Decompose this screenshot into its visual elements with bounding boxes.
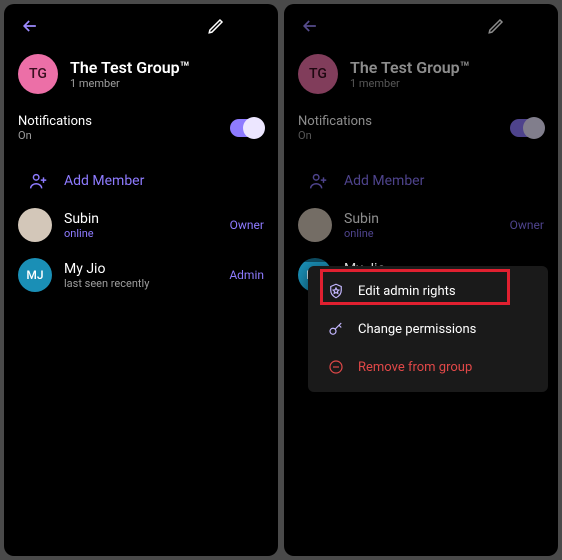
- member-avatar-0: [298, 208, 332, 242]
- member-status-1: last seen recently: [64, 277, 223, 290]
- add-member-icon: [18, 170, 58, 192]
- member-name-1: My Jio: [64, 261, 223, 277]
- member-status-0: online: [64, 227, 224, 240]
- member-role-1: Admin: [229, 268, 264, 282]
- add-member-label: Add Member: [64, 173, 144, 189]
- member-name-0: Subin: [64, 211, 224, 227]
- phone-left: TG The Test Group™ 1 member Notification…: [4, 4, 278, 556]
- ctx-change-permissions[interactable]: Change permissions: [308, 310, 548, 348]
- topbar: [284, 4, 558, 48]
- edit-button[interactable]: [198, 8, 234, 44]
- group-member-count: 1 member: [70, 77, 190, 90]
- context-menu: Edit admin rights Change permissions Rem…: [308, 266, 548, 392]
- more-button[interactable]: [234, 8, 270, 44]
- member-avatar-1: MJ: [18, 258, 52, 292]
- back-button[interactable]: [12, 8, 48, 44]
- phone-right: TG The Test Group™ 1 member Notification…: [284, 4, 558, 556]
- topbar: [4, 4, 278, 48]
- notifications-label: Notifications: [18, 114, 230, 129]
- member-row-0[interactable]: Subin online Owner: [284, 200, 558, 250]
- ctx-remove-from-group[interactable]: Remove from group: [308, 348, 548, 386]
- notifications-row[interactable]: Notifications On: [284, 108, 558, 152]
- notifications-value: On: [18, 129, 230, 142]
- group-title: The Test Group™: [350, 58, 470, 77]
- member-status-0: online: [344, 227, 504, 240]
- member-role-0: Owner: [510, 218, 544, 232]
- ctx-edit-admin-rights[interactable]: Edit admin rights: [308, 272, 548, 310]
- group-avatar: TG: [298, 54, 338, 94]
- group-header: TG The Test Group™ 1 member: [4, 48, 278, 108]
- back-button[interactable]: [292, 8, 328, 44]
- ctx-remove-label: Remove from group: [358, 360, 472, 375]
- member-row-0[interactable]: Subin online Owner: [4, 200, 278, 250]
- group-title: The Test Group™: [70, 58, 190, 77]
- ctx-change-permissions-label: Change permissions: [358, 322, 476, 337]
- group-member-count: 1 member: [350, 77, 470, 90]
- group-header: TG The Test Group™ 1 member: [284, 48, 558, 108]
- member-role-0: Owner: [230, 218, 264, 232]
- notifications-toggle[interactable]: [230, 119, 264, 137]
- add-member-row[interactable]: Add Member: [4, 162, 278, 200]
- member-name-0: Subin: [344, 211, 504, 227]
- remove-icon: [322, 358, 350, 376]
- edit-button[interactable]: [478, 8, 514, 44]
- member-avatar-0: [18, 208, 52, 242]
- add-member-icon: [298, 170, 338, 192]
- add-member-label: Add Member: [344, 173, 424, 189]
- notifications-row[interactable]: Notifications On: [4, 108, 278, 152]
- shield-star-icon: [322, 282, 350, 300]
- notifications-value: On: [298, 129, 510, 142]
- notifications-toggle[interactable]: [510, 119, 544, 137]
- key-icon: [322, 320, 350, 338]
- notifications-label: Notifications: [298, 114, 510, 129]
- group-avatar: TG: [18, 54, 58, 94]
- member-row-1[interactable]: MJ My Jio last seen recently Admin: [4, 250, 278, 300]
- add-member-row[interactable]: Add Member: [284, 162, 558, 200]
- ctx-edit-admin-label: Edit admin rights: [358, 284, 456, 299]
- more-button[interactable]: [514, 8, 550, 44]
